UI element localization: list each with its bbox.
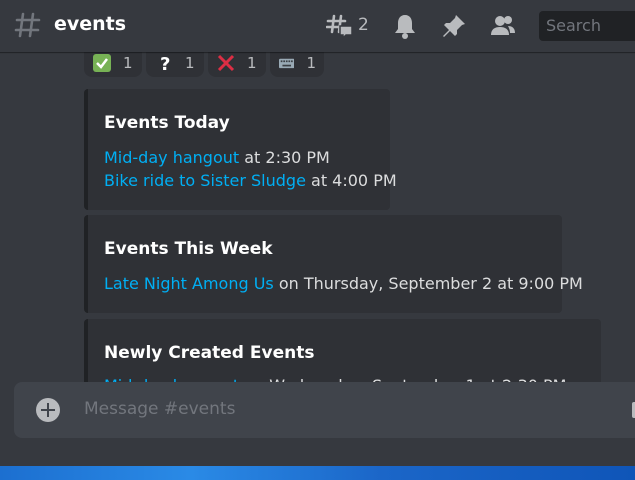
event-link[interactable]: Bike ride to Sister Sludge (104, 171, 306, 190)
channel-header: events 2 Search (0, 0, 635, 52)
desktop-background (0, 466, 635, 480)
keyboard-icon (279, 58, 295, 69)
channel-name: events (54, 13, 127, 35)
embed-title: Newly Created Events (104, 343, 315, 363)
threads-icon[interactable] (326, 12, 354, 40)
embed-title: Events Today (104, 113, 230, 133)
search-input[interactable]: Search (539, 11, 635, 41)
message-placeholder: Message #events (84, 399, 236, 419)
embed-events-today: Events Today Mid-day hangout at 2:30 PM … (84, 89, 397, 210)
thread-count: 2 (358, 15, 369, 35)
embed-events-this-week: Events This Week Late Night Among Us on … (84, 215, 583, 313)
embed-line: Mid-day hangout at 2:30 PM (104, 148, 330, 167)
embed-line: Bike ride to Sister Sludge at 4:00 PM (104, 171, 397, 190)
event-link[interactable]: Late Night Among Us (104, 274, 274, 293)
check-mark-icon (93, 54, 111, 72)
reaction-cross[interactable]: 1 (208, 49, 266, 77)
hashtag-icon (14, 12, 41, 38)
reaction-keyboard[interactable]: 1 (270, 49, 324, 77)
embed-line: Late Night Among Us on Thursday, Septemb… (104, 274, 583, 293)
message-input[interactable]: Message #events (14, 382, 635, 438)
composer-area: Message #events (0, 382, 635, 454)
pin-icon[interactable] (440, 12, 468, 40)
svg-text:?: ? (160, 54, 170, 72)
question-mark-icon: ? (160, 54, 170, 72)
bell-icon[interactable] (391, 12, 419, 40)
cross-mark-icon (217, 54, 235, 72)
event-link[interactable]: Mid-day hangout (104, 148, 239, 167)
reaction-check[interactable]: 1 (84, 49, 142, 77)
members-icon[interactable] (489, 12, 517, 40)
search-placeholder: Search (546, 16, 601, 35)
reaction-question[interactable]: ? 1 (146, 49, 204, 77)
embed-title: Events This Week (104, 239, 273, 259)
add-attachment-icon[interactable] (36, 398, 60, 422)
